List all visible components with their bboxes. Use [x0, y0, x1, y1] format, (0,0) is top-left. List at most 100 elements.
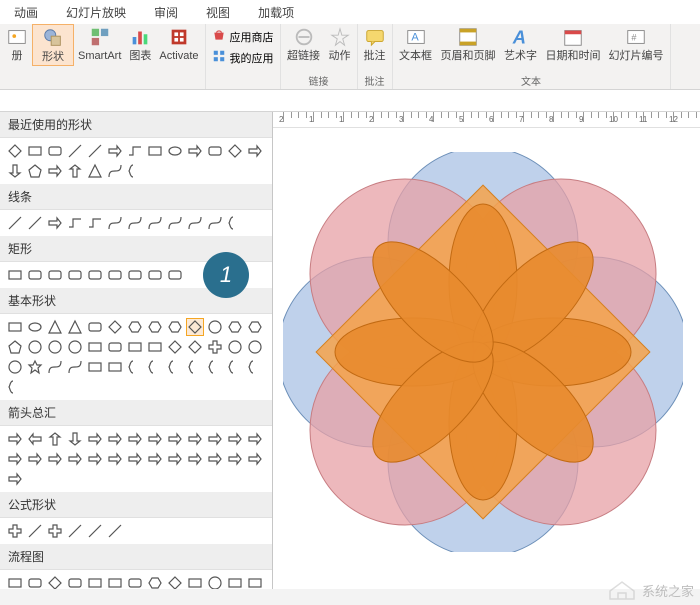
shape-basic-0[interactable]: [6, 318, 24, 336]
shape-recent-13[interactable]: [6, 162, 24, 180]
shape-flowchart-12[interactable]: [246, 574, 264, 589]
shape-arrows-25[interactable]: [246, 450, 264, 468]
shape-basic-17[interactable]: [86, 338, 104, 356]
shape-basic-27[interactable]: [26, 358, 44, 376]
shape-flowchart-4[interactable]: [86, 574, 104, 589]
shape-basic-7[interactable]: [146, 318, 164, 336]
shape-basic-19[interactable]: [126, 338, 144, 356]
shape-arrows-3[interactable]: [66, 430, 84, 448]
tab-addins[interactable]: 加载项: [244, 0, 308, 24]
shape-recent-11[interactable]: [226, 142, 244, 160]
shape-basic-4[interactable]: [86, 318, 104, 336]
shape-basic-10[interactable]: [206, 318, 224, 336]
shape-formula-2[interactable]: [46, 522, 64, 540]
shape-flowchart-11[interactable]: [226, 574, 244, 589]
shapes-button[interactable]: 形状: [32, 24, 74, 66]
shape-basic-23[interactable]: [206, 338, 224, 356]
shape-arrows-14[interactable]: [26, 450, 44, 468]
shape-flowchart-1[interactable]: [26, 574, 44, 589]
shape-recent-7[interactable]: [146, 142, 164, 160]
shape-arrows-23[interactable]: [206, 450, 224, 468]
shape-flowchart-0[interactable]: [6, 574, 24, 589]
shape-lines-11[interactable]: [226, 214, 244, 232]
tab-review[interactable]: 审阅: [140, 0, 192, 24]
shape-arrows-18[interactable]: [106, 450, 124, 468]
shape-basic-31[interactable]: [106, 358, 124, 376]
shape-basic-32[interactable]: [126, 358, 144, 376]
shape-recent-5[interactable]: [106, 142, 124, 160]
shape-formula-3[interactable]: [66, 522, 84, 540]
shape-recent-0[interactable]: [6, 142, 24, 160]
shape-rects-5[interactable]: [106, 266, 124, 284]
shape-flowchart-9[interactable]: [186, 574, 204, 589]
shape-arrows-9[interactable]: [186, 430, 204, 448]
shape-arrows-6[interactable]: [126, 430, 144, 448]
shape-arrows-7[interactable]: [146, 430, 164, 448]
shape-lines-8[interactable]: [166, 214, 184, 232]
tab-animation[interactable]: 动画: [0, 0, 52, 24]
shape-basic-21[interactable]: [166, 338, 184, 356]
shape-arrows-17[interactable]: [86, 450, 104, 468]
shape-rects-1[interactable]: [26, 266, 44, 284]
shape-basic-25[interactable]: [246, 338, 264, 356]
shape-arrows-5[interactable]: [106, 430, 124, 448]
shape-recent-2[interactable]: [46, 142, 64, 160]
shape-flowchart-5[interactable]: [106, 574, 124, 589]
shape-arrows-1[interactable]: [26, 430, 44, 448]
shape-basic-24[interactable]: [226, 338, 244, 356]
shape-basic-34[interactable]: [166, 358, 184, 376]
shape-basic-9[interactable]: [186, 318, 204, 336]
shape-basic-16[interactable]: [66, 338, 84, 356]
shape-rects-2[interactable]: [46, 266, 64, 284]
shape-arrows-2[interactable]: [46, 430, 64, 448]
shape-arrows-16[interactable]: [66, 450, 84, 468]
shape-rects-4[interactable]: [86, 266, 104, 284]
myapps-button[interactable]: 我的应用: [212, 47, 274, 68]
shape-basic-20[interactable]: [146, 338, 164, 356]
shape-flowchart-10[interactable]: [206, 574, 224, 589]
shape-recent-10[interactable]: [206, 142, 224, 160]
smartart-button[interactable]: SmartArt: [74, 24, 125, 64]
activate-button[interactable]: Activate: [155, 24, 202, 64]
shape-lines-4[interactable]: [86, 214, 104, 232]
shape-flowchart-2[interactable]: [46, 574, 64, 589]
shape-basic-13[interactable]: [6, 338, 24, 356]
shape-basic-26[interactable]: [6, 358, 24, 376]
shape-lines-9[interactable]: [186, 214, 204, 232]
shape-arrows-19[interactable]: [126, 450, 144, 468]
shape-arrows-11[interactable]: [226, 430, 244, 448]
shape-basic-15[interactable]: [46, 338, 64, 356]
shape-lines-2[interactable]: [46, 214, 64, 232]
shape-basic-37[interactable]: [226, 358, 244, 376]
slide-canvas[interactable]: 21123456789101112: [273, 112, 700, 589]
shape-arrows-12[interactable]: [246, 430, 264, 448]
shape-basic-22[interactable]: [186, 338, 204, 356]
shape-recent-18[interactable]: [106, 162, 124, 180]
shape-formula-4[interactable]: [86, 522, 104, 540]
shape-recent-6[interactable]: [126, 142, 144, 160]
shape-basic-30[interactable]: [86, 358, 104, 376]
shape-basic-8[interactable]: [166, 318, 184, 336]
shape-formula-5[interactable]: [106, 522, 124, 540]
shape-arrows-4[interactable]: [86, 430, 104, 448]
textbox-button[interactable]: A 文本框: [395, 24, 437, 64]
shape-basic-2[interactable]: [46, 318, 64, 336]
shape-basic-38[interactable]: [246, 358, 264, 376]
shape-rects-8[interactable]: [166, 266, 184, 284]
shape-arrows-22[interactable]: [186, 450, 204, 468]
shape-rects-3[interactable]: [66, 266, 84, 284]
appstore-button[interactable]: 应用商店: [212, 26, 274, 47]
shape-basic-14[interactable]: [26, 338, 44, 356]
shape-rects-0[interactable]: [6, 266, 24, 284]
shape-flowchart-6[interactable]: [126, 574, 144, 589]
shape-basic-11[interactable]: [226, 318, 244, 336]
shape-basic-3[interactable]: [66, 318, 84, 336]
shape-recent-8[interactable]: [166, 142, 184, 160]
shape-rects-7[interactable]: [146, 266, 164, 284]
shape-lines-10[interactable]: [206, 214, 224, 232]
shape-lines-7[interactable]: [146, 214, 164, 232]
shape-arrows-0[interactable]: [6, 430, 24, 448]
shape-arrows-8[interactable]: [166, 430, 184, 448]
shape-basic-39[interactable]: [6, 378, 24, 396]
shape-flowchart-7[interactable]: [146, 574, 164, 589]
